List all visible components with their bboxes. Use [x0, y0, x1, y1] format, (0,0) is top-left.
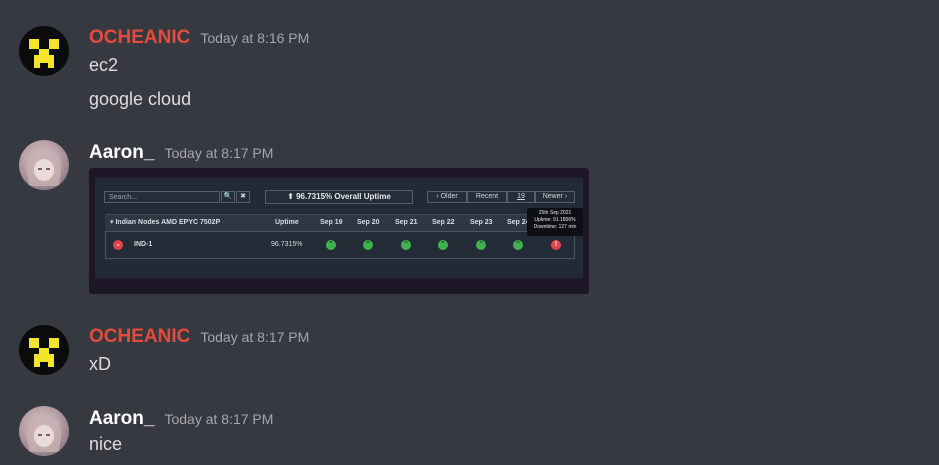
message-text: google cloud — [89, 89, 192, 109]
message-text: nice — [89, 434, 123, 454]
overall-uptime-label: 96.7315% Overall Uptime — [296, 192, 391, 201]
tooltip-date: 25th Sep 2021 — [538, 210, 572, 216]
overall-uptime-button[interactable]: ⬆ 96.7315% Overall Uptime — [265, 190, 413, 204]
table-header: ▾ Indian Nodes AMD EPYC 7502P Uptime Sep… — [105, 214, 575, 231]
arrow-up-icon: ⬆ — [287, 192, 294, 201]
message-text: ec2 — [89, 55, 119, 75]
column-header: Sep 23 — [470, 219, 493, 226]
search-input[interactable]: Search... — [104, 191, 220, 203]
status-up-icon[interactable]: ⌃ — [438, 240, 448, 250]
column-header: Sep 19 — [320, 219, 343, 226]
tooltip-uptime: Uptime: 91.1806% — [534, 217, 576, 223]
status-up-icon[interactable]: ⌃ — [401, 240, 411, 250]
message-text: xD — [89, 354, 111, 374]
node-name[interactable]: IND-1 — [134, 232, 152, 258]
avatar-aaron[interactable] — [19, 140, 69, 190]
status-up-icon[interactable]: ⌃ — [476, 240, 486, 250]
author-label[interactable]: Aaron_ — [89, 142, 154, 163]
avatar-aaron[interactable] — [19, 406, 69, 456]
image-attachment[interactable]: Search... 🔍 ✖ ⬆ 96.7315% Overall Uptime … — [89, 168, 589, 294]
anime-avatar-icon — [27, 415, 61, 452]
search-icon[interactable]: 🔍 — [221, 191, 235, 203]
timestamp: Today at 8:17 PM — [164, 411, 274, 427]
status-down-icon: ⌄ — [113, 240, 123, 250]
recent-button[interactable]: Recent — [467, 191, 507, 203]
author-name[interactable]: OCHEANIC Today at 8:17 PM — [89, 326, 309, 348]
timestamp: Today at 8:16 PM — [200, 30, 310, 46]
timestamp: Today at 8:17 PM — [200, 329, 310, 345]
avatar-ocheanic[interactable] — [19, 26, 69, 76]
author-label[interactable]: OCHEANIC — [89, 326, 190, 347]
calendar-day: 19 — [517, 193, 525, 200]
group-label: Indian Nodes AMD EPYC 7502P — [115, 219, 221, 226]
close-icon[interactable]: ✖ — [236, 191, 250, 203]
column-header: Sep 20 — [357, 219, 380, 226]
author-label[interactable]: Aaron_ — [89, 408, 154, 429]
timestamp: Today at 8:17 PM — [164, 145, 274, 161]
status-up-icon[interactable]: ⌃ — [513, 240, 523, 250]
table-row[interactable]: ⌄ IND-1 96.7315% ⌃ ⌃ ⌃ ⌃ ⌃ ⌃ ! — [105, 231, 575, 259]
tooltip-downtime: Downtime: 127 min — [533, 224, 577, 230]
calendar-icon[interactable]: 19 — [507, 191, 535, 203]
author-name[interactable]: OCHEANIC Today at 8:16 PM — [89, 27, 309, 49]
status-up-icon[interactable]: ⌃ — [363, 240, 373, 250]
status-up-icon[interactable]: ⌃ — [326, 240, 336, 250]
newer-button[interactable]: Newer › — [535, 191, 575, 203]
older-button[interactable]: ‹ Older — [427, 191, 467, 203]
avatar-ocheanic[interactable] — [19, 325, 69, 375]
column-header: Sep 22 — [432, 219, 455, 226]
creeper-avatar-icon — [29, 338, 59, 367]
author-name[interactable]: Aaron_ Today at 8:17 PM — [89, 408, 273, 430]
column-header: Uptime — [275, 219, 299, 226]
node-uptime: 96.7315% — [271, 241, 303, 248]
caret-down-icon: ▾ — [110, 219, 114, 226]
day-tooltip: 25th Sep 2021 Uptime: 91.1806% Downtime:… — [527, 208, 583, 236]
uptime-panel: Search... 🔍 ✖ ⬆ 96.7315% Overall Uptime … — [95, 178, 583, 278]
author-label[interactable]: OCHEANIC — [89, 27, 190, 48]
group-header[interactable]: ▾ Indian Nodes AMD EPYC 7502P — [110, 215, 220, 231]
anime-avatar-icon — [27, 149, 61, 186]
creeper-avatar-icon — [29, 39, 59, 68]
status-alert-icon[interactable]: ! — [551, 240, 561, 250]
column-header: Sep 21 — [395, 219, 418, 226]
author-name[interactable]: Aaron_ Today at 8:17 PM — [89, 142, 273, 164]
